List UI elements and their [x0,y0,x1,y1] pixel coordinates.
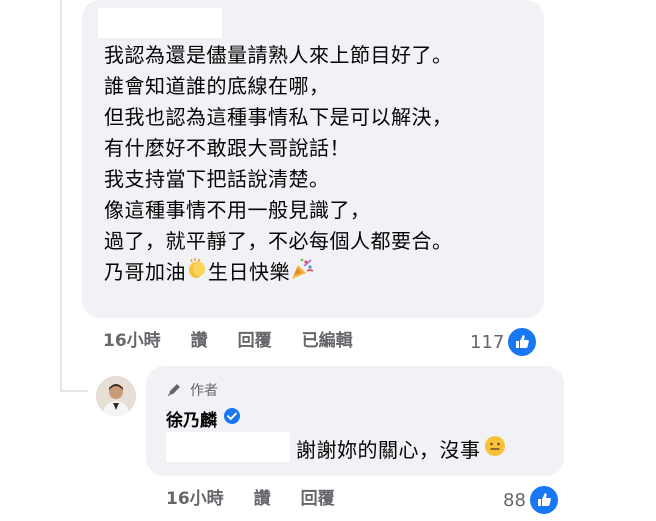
comment-line: 有什麼好不敢跟大哥說話！ [104,136,350,160]
comment-text: 我認為還是儘量請熟人來上節目好了。 誰會知道誰的底線在哪， 但我也認為這種事情私… [104,40,453,288]
reaction-summary[interactable]: 117 [470,326,539,358]
pen-icon [168,384,180,396]
comment-text-part: 生日快樂 [208,260,290,284]
reaction-count: 88 [503,489,526,511]
reply-text-content: 謝謝妳的關心，沒事 [296,438,481,462]
author-badge-label: 作者 [190,383,218,399]
redacted-commenter-name [98,8,222,38]
author-name[interactable]: 徐乃麟 [166,406,217,431]
reply-timestamp[interactable]: 16小時 [166,484,224,509]
reply-actions: 16小時 讚 回覆 [166,484,365,509]
reply-button[interactable]: 回覆 [301,484,335,509]
comment-line: 過了，就平靜了，不必每個人都要合。 [104,229,453,253]
comment-line: 我認為還是儘量請熟人來上節目好了。 [104,43,453,67]
reply-button[interactable]: 回覆 [238,326,272,351]
author-name-row: 徐乃麟 [166,406,241,431]
comment-timestamp[interactable]: 16小時 [103,326,161,351]
reaction-count: 117 [470,331,505,353]
thread-connector-vertical [60,0,62,392]
reaction-summary[interactable]: 88 [503,484,560,516]
like-button[interactable]: 讚 [254,484,271,509]
verified-badge-icon [223,407,241,430]
like-button[interactable]: 讚 [191,326,208,351]
author-badge: 作者 [166,380,218,400]
thread-connector-horizontal [60,390,88,392]
comment-line: 像這種事情不用一般見識了， [104,198,371,222]
edited-label[interactable]: 已編輯 [302,326,353,351]
comment-actions: 16小時 讚 回覆 已編輯 [103,326,383,351]
comment-bubble: 我認為還是儘量請熟人來上節目好了。 誰會知道誰的底線在哪， 但我也認為這種事情私… [82,0,544,318]
comment-line: 我支持當下把話說清楚。 [104,167,330,191]
slightly-smiling-face-icon [483,434,507,463]
comment-line: 但我也認為這種事情私下是可以解決， [104,105,453,129]
comment-text-part: 乃哥加油 [104,260,186,284]
party-popper-icon [290,257,314,290]
avatar[interactable] [96,376,136,416]
thumbs-up-icon [506,326,539,358]
reply-text: 謝謝妳的關心，沒事 [296,434,507,463]
comment-line: 誰會知道誰的底線在哪， [104,74,330,98]
redacted-mention [166,432,290,462]
thumbs-up-icon [527,484,560,516]
comment-line-last: 乃哥加油 生日快樂 [104,257,453,288]
reply-bubble: 作者 徐乃麟 謝謝妳的關心，沒事 [146,366,564,476]
clapping-hands-icon [186,258,208,289]
